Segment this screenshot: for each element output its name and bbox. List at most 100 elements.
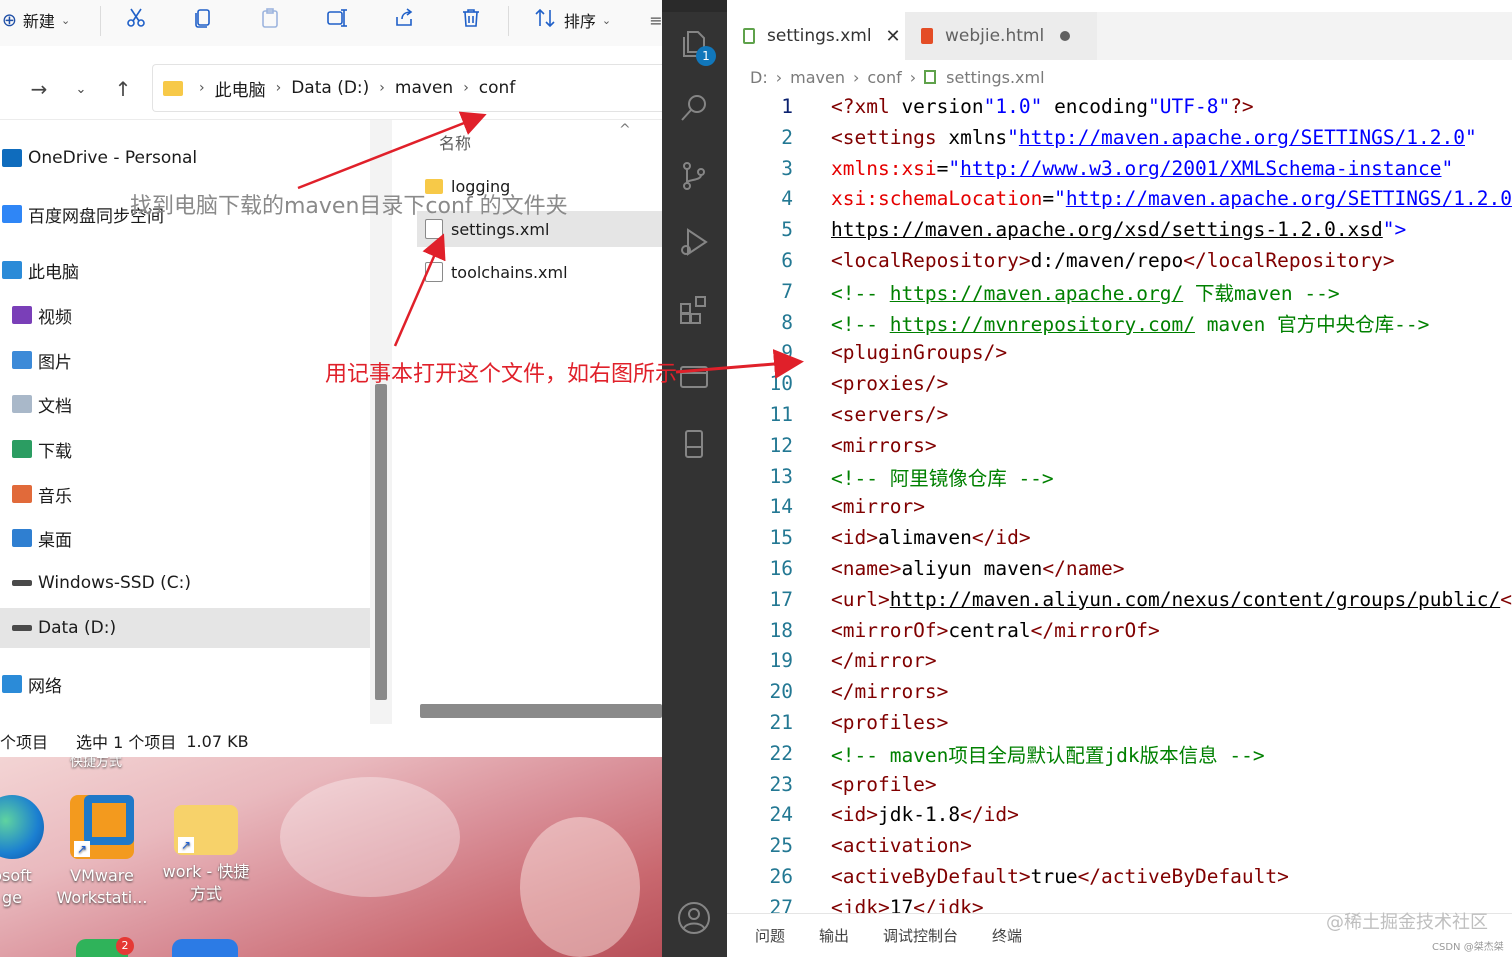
editor-breadcrumb: D: › maven › conf › settings.xml — [750, 64, 1045, 90]
tab-output[interactable]: 输出 — [819, 925, 849, 946]
remote-explorer-button[interactable] — [676, 362, 712, 398]
chevron-right-icon: › — [775, 67, 783, 87]
shortcut-label: VMware — [70, 866, 134, 885]
code-line[interactable]: 10 <proxies/> — [727, 368, 1512, 399]
mail-app-icon[interactable] — [172, 939, 238, 957]
cut-button[interactable] — [120, 4, 152, 36]
line-number: 17 — [769, 587, 793, 611]
search-view-button[interactable] — [676, 92, 712, 128]
accounts-button[interactable] — [676, 902, 712, 938]
sidebar-item[interactable]: Windows-SSD (C:) — [0, 563, 370, 603]
scrollbar-thumb[interactable] — [375, 384, 387, 700]
code-line[interactable]: 20 </mirrors> — [727, 676, 1512, 707]
code-line[interactable]: 25 <activation> — [727, 830, 1512, 861]
tab-debug-console[interactable]: 调试控制台 — [883, 925, 958, 946]
code-line[interactable]: 2 <settings xmlns"http://maven.apache.org… — [727, 122, 1512, 153]
delete-button[interactable] — [455, 4, 487, 36]
code-editor[interactable]: 1 <?xml version"1.0" encoding"UTF-8"?> 2 <s… — [727, 91, 1512, 913]
recent-locations-button[interactable]: ⌄ — [68, 76, 94, 102]
sort-button[interactable]: 排序 ⌄ — [525, 4, 620, 36]
code-line[interactable]: 14 <mirror> — [727, 491, 1512, 522]
breadcrumb-item[interactable]: maven — [790, 68, 845, 87]
code-line[interactable]: 9 <pluginGroups/> — [727, 337, 1512, 368]
paste-button[interactable] — [254, 4, 286, 36]
code-line[interactable]: 3 xmlns:xsi="http://www.w3.org/2001/XMLSc… — [727, 153, 1512, 184]
forward-button[interactable]: → — [26, 76, 52, 102]
breadcrumb-item[interactable]: settings.xml — [946, 68, 1044, 87]
tab-settings-xml[interactable]: settings.xml ✕ — [727, 12, 905, 60]
sidebar-item[interactable]: 文档 — [0, 384, 370, 424]
extensions-button[interactable] — [676, 294, 712, 330]
sidebar-item[interactable]: Data (D:) — [0, 608, 370, 648]
file-list-item[interactable]: toolchains.xml — [417, 254, 662, 290]
code-line[interactable]: 19 </mirror> — [727, 645, 1512, 676]
code-line[interactable]: 15 <id>alimaven</id> — [727, 522, 1512, 553]
share-button[interactable] — [388, 4, 420, 36]
code-line[interactable]: 8 <!-- https://mvnrepository.com/ maven 官… — [727, 307, 1512, 338]
code-text: <id>alimaven</id> — [831, 526, 1031, 550]
horizontal-scrollbar[interactable] — [420, 704, 662, 718]
sidebar-item[interactable]: 视频 — [0, 295, 370, 335]
desktop-shortcut-vmware[interactable]: ↗ VMware Workstati... — [52, 795, 152, 909]
code-line[interactable]: 16 <name>aliyun maven</name> — [727, 553, 1512, 584]
new-button[interactable]: ⊕ 新建 ⌄ — [0, 4, 78, 36]
line-number: 15 — [769, 526, 793, 550]
item-count: 个项目 — [0, 733, 49, 752]
more-button[interactable]: ≡ — [649, 4, 662, 36]
up-button[interactable]: ↑ — [110, 76, 136, 102]
breadcrumb-item[interactable]: D: — [750, 68, 768, 87]
code-line[interactable]: 6 <localRepository>d:/maven/repo</localRe… — [727, 245, 1512, 276]
code-line[interactable]: 5 https://maven.apache.org/xsd/settings-1… — [727, 214, 1512, 245]
search-icon — [678, 92, 710, 128]
code-line[interactable]: 7 <!-- https://maven.apache.org/ 下载maven … — [727, 276, 1512, 307]
testing-button[interactable] — [676, 428, 712, 464]
code-line[interactable]: 18 <mirrorOf>central</mirrorOf> — [727, 615, 1512, 646]
tab-webjie-html[interactable]: webjie.html — [905, 12, 1097, 60]
code-line[interactable]: 11 <servers/> — [727, 399, 1512, 430]
code-line[interactable]: 12 <mirrors> — [727, 430, 1512, 461]
vmware-icon: ↗ — [70, 795, 134, 859]
sidebar-item[interactable]: 桌面 — [0, 518, 370, 558]
sidebar-item[interactable]: 网络 — [0, 664, 370, 704]
code-text: <localRepository>d:/maven/repo</localRep… — [831, 249, 1395, 272]
desktop-shortcut-work[interactable]: ↗ work - 快捷 方式 — [156, 795, 256, 905]
copy-button[interactable] — [187, 4, 219, 36]
selection-count: 选中 1 个项目 — [76, 733, 177, 752]
breadcrumb-item[interactable]: 此电脑 — [215, 76, 266, 101]
code-text: <activation> — [831, 834, 972, 858]
code-line[interactable]: 23 <profile> — [727, 769, 1512, 800]
sidebar-item[interactable]: 此电脑 — [0, 250, 370, 290]
code-line[interactable]: 21 <profiles> — [727, 707, 1512, 738]
tab-problems[interactable]: 问题 — [755, 925, 785, 946]
rename-button[interactable] — [321, 4, 353, 36]
breadcrumb-item[interactable]: maven — [395, 78, 453, 98]
tab-terminal[interactable]: 终端 — [992, 925, 1022, 946]
run-debug-button[interactable] — [676, 226, 712, 262]
unsaved-dot-icon[interactable] — [1060, 31, 1071, 41]
changes-badge: 1 — [696, 46, 716, 66]
code-line[interactable]: 4 xsi:schemaLocation="http://maven.apache… — [727, 183, 1512, 214]
breadcrumb-item[interactable]: Data (D:) — [291, 78, 369, 98]
code-line[interactable]: 26 <activeByDefault>true</activeByDefault… — [727, 861, 1512, 892]
close-icon[interactable]: ✕ — [886, 26, 901, 47]
address-bar[interactable]: › 此电脑 › Data (D:) › maven › conf — [152, 64, 662, 112]
sidebar-item[interactable]: 音乐 — [0, 474, 370, 514]
code-line[interactable]: 24 <id>jdk-1.8</id> — [727, 799, 1512, 830]
breadcrumb-item[interactable]: conf — [479, 78, 516, 98]
code-line[interactable]: 17 <url>http://maven.aliyun.com/nexus/con… — [727, 584, 1512, 615]
breadcrumb-item[interactable]: conf — [867, 68, 901, 87]
sidebar-item[interactable]: 图片 — [0, 340, 370, 380]
file-name: settings.xml — [451, 219, 550, 239]
code-text: <proxies/> — [831, 372, 949, 396]
sidebar-item[interactable]: OneDrive - Personal — [0, 138, 370, 178]
shortcut-arrow-icon: ↗ — [74, 841, 90, 857]
column-header-name[interactable]: 名称 — [439, 130, 471, 154]
code-line[interactable]: 1 <?xml version"1.0" encoding"UTF-8"?> — [727, 91, 1512, 122]
chevron-right-icon: › — [275, 80, 282, 96]
code-line[interactable]: 13 <!-- 阿里镜像仓库 --> — [727, 461, 1512, 492]
code-text: <?xml version"1.0" encoding"UTF-8"?> — [831, 95, 1254, 118]
toolbar-divider — [508, 6, 509, 36]
sidebar-item[interactable]: 下载 — [0, 429, 370, 469]
code-line[interactable]: 22 <!-- maven项目全局默认配置jdk版本信息 --> — [727, 738, 1512, 769]
source-control-button[interactable] — [676, 160, 712, 196]
